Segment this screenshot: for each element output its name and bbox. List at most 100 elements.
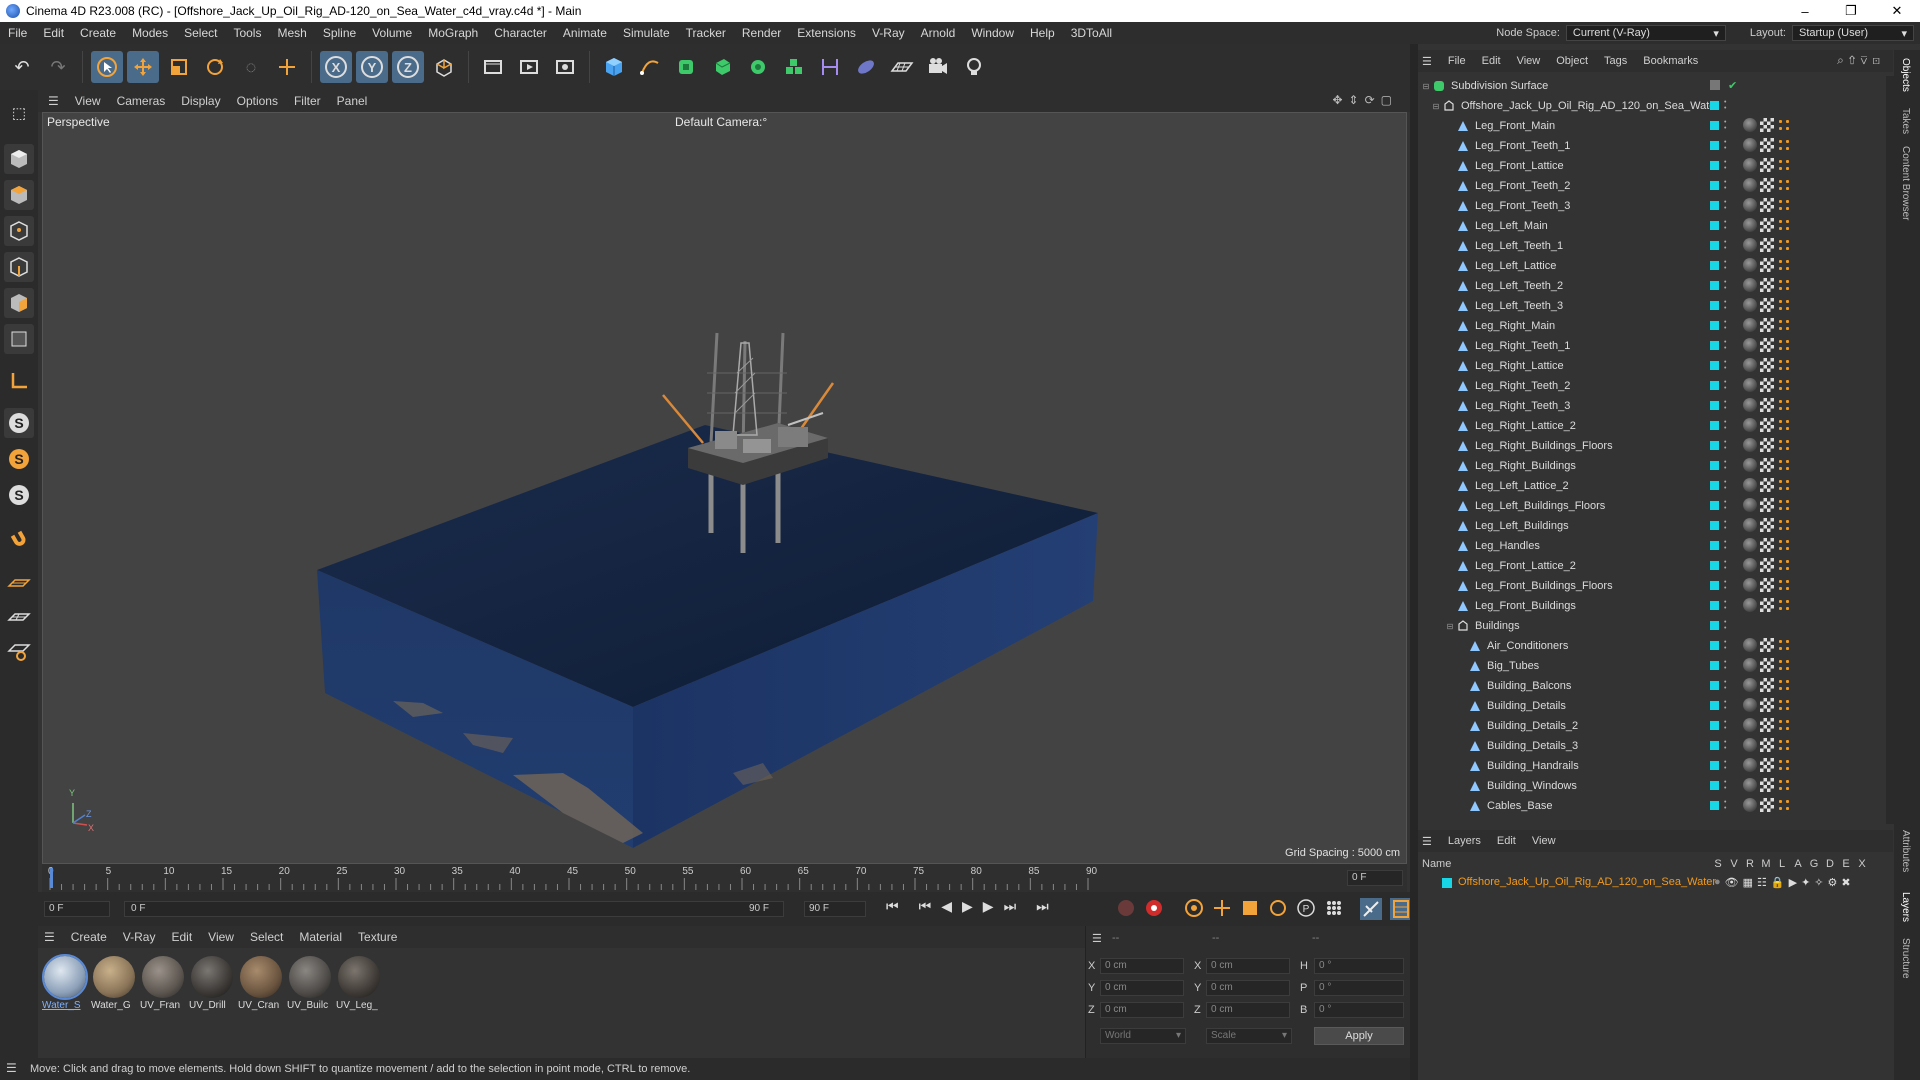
uvw-tag-icon[interactable] xyxy=(1777,378,1791,392)
expand-toggle-icon[interactable] xyxy=(1444,436,1456,456)
object-row[interactable]: ⊟ Subdivision Surface ✔ xyxy=(1418,76,1886,96)
visibility-dots-icon[interactable]: • • xyxy=(1724,479,1728,492)
object-row[interactable]: Building_Balcons • • xyxy=(1418,676,1886,696)
object-row[interactable]: Leg_Front_Main • • xyxy=(1418,116,1886,136)
visibility-dots-icon[interactable]: • • xyxy=(1724,639,1728,652)
hamburger-icon[interactable]: ☰ xyxy=(38,94,67,108)
uvw-tag-icon[interactable] xyxy=(1777,738,1791,752)
texture-tag-icon[interactable] xyxy=(1760,518,1774,532)
material-menu-select[interactable]: Select xyxy=(242,930,291,944)
material-tag-icon[interactable] xyxy=(1743,378,1757,392)
previous-frame-icon[interactable]: ◀ xyxy=(941,898,952,915)
object-row[interactable]: Leg_Front_Teeth_2 • • xyxy=(1418,176,1886,196)
visibility-dots-icon[interactable]: • • xyxy=(1724,399,1728,412)
object-row[interactable]: Leg_Right_Teeth_1 • • xyxy=(1418,336,1886,356)
material-tag-icon[interactable] xyxy=(1743,498,1757,512)
material-swatch[interactable]: UV_Fran xyxy=(140,954,186,1011)
object-row[interactable]: Leg_Right_Lattice_2 • • xyxy=(1418,416,1886,436)
layer-color-icon[interactable] xyxy=(1710,521,1719,530)
point-mode-icon[interactable] xyxy=(4,216,34,246)
viewport-menu-view[interactable]: View xyxy=(67,94,109,108)
visibility-dots-icon[interactable]: • • xyxy=(1724,199,1728,212)
layer-color-swatch[interactable] xyxy=(1442,878,1452,888)
perspective-viewport[interactable]: Y Z X Perspective Default Camera:° Grid … xyxy=(42,112,1407,864)
visibility-dots-icon[interactable]: • • xyxy=(1724,779,1728,792)
visibility-dots-icon[interactable]: • • xyxy=(1724,439,1728,452)
layer-color-icon[interactable] xyxy=(1710,801,1719,810)
layer-flag-header[interactable]: S xyxy=(1710,858,1726,870)
polygon-mode-icon[interactable] xyxy=(4,288,34,318)
texture-tag-icon[interactable] xyxy=(1760,638,1774,652)
material-tag-icon[interactable] xyxy=(1743,278,1757,292)
texture-tag-icon[interactable] xyxy=(1760,438,1774,452)
camera-icon[interactable] xyxy=(922,51,954,83)
material-tag-icon[interactable] xyxy=(1743,318,1757,332)
layer-color-icon[interactable] xyxy=(1710,681,1719,690)
expand-toggle-icon[interactable] xyxy=(1444,596,1456,616)
texture-tag-icon[interactable] xyxy=(1760,398,1774,412)
material-tag-icon[interactable] xyxy=(1743,338,1757,352)
key-move-icon[interactable] xyxy=(1212,898,1232,918)
layer-color-icon[interactable] xyxy=(1710,561,1719,570)
size-mode-dropdown[interactable]: Scale ▾ xyxy=(1206,1028,1292,1044)
object-row[interactable]: Air_Conditioners • • xyxy=(1418,636,1886,656)
enabled-check-icon[interactable]: ✔ xyxy=(1728,79,1737,92)
visibility-dots-icon[interactable]: • • xyxy=(1724,299,1728,312)
uvw-tag-icon[interactable] xyxy=(1777,778,1791,792)
menu-arnold[interactable]: Arnold xyxy=(913,26,964,40)
layer-lock-icon[interactable]: 🔒 xyxy=(1771,876,1785,889)
texture-tag-icon[interactable] xyxy=(1760,178,1774,192)
texture-tag-icon[interactable] xyxy=(1760,218,1774,232)
layer-solo-icon[interactable]: ● xyxy=(1714,876,1721,889)
material-tag-icon[interactable] xyxy=(1743,218,1757,232)
coordinate-system-dropdown[interactable]: World ▾ xyxy=(1100,1028,1186,1044)
object-row[interactable]: Leg_Left_Teeth_1 • • xyxy=(1418,236,1886,256)
texture-tag-icon[interactable] xyxy=(1760,118,1774,132)
uvw-tag-icon[interactable] xyxy=(1777,758,1791,772)
layer-color-icon[interactable] xyxy=(1710,121,1719,130)
visibility-dots-icon[interactable]: • • xyxy=(1724,419,1728,432)
texture-tag-icon[interactable] xyxy=(1760,478,1774,492)
material-tag-icon[interactable] xyxy=(1743,758,1757,772)
om-menu-file[interactable]: File xyxy=(1440,55,1474,67)
layer-row[interactable]: Offshore_Jack_Up_Oil_Rig_AD_120_on_Sea_W… xyxy=(1418,874,1893,892)
layer-flag-header[interactable]: A xyxy=(1790,858,1806,870)
material-tag-icon[interactable] xyxy=(1743,198,1757,212)
expand-toggle-icon[interactable] xyxy=(1444,576,1456,596)
visibility-dots-icon[interactable]: • • xyxy=(1724,619,1728,632)
select-icon[interactable] xyxy=(91,51,123,83)
material-menu-vray[interactable]: V-Ray xyxy=(115,930,164,944)
node-space-dropdown[interactable]: Current (V-Ray) ▾ xyxy=(1565,25,1726,41)
key-pla-icon[interactable] xyxy=(1324,898,1344,918)
model-mode-icon[interactable] xyxy=(4,144,34,174)
layer-color-icon[interactable] xyxy=(1710,421,1719,430)
uvw-tag-icon[interactable] xyxy=(1777,138,1791,152)
expand-toggle-icon[interactable] xyxy=(1444,216,1456,236)
tab-structure[interactable]: Structure xyxy=(1900,938,1911,979)
previous-key-icon[interactable]: ⏮ xyxy=(919,898,932,915)
extrude-icon[interactable] xyxy=(706,51,738,83)
make-editable-icon[interactable]: ⬚ xyxy=(4,98,34,128)
hamburger-icon[interactable]: ☰ xyxy=(1418,55,1440,68)
layer-render-icon[interactable]: ▦ xyxy=(1743,876,1753,889)
current-frame-field[interactable]: 0 F xyxy=(1347,870,1403,886)
layer-xref-icon[interactable]: ✖ xyxy=(1841,876,1850,889)
menu-mesh[interactable]: Mesh xyxy=(269,26,314,40)
layer-color-icon[interactable] xyxy=(1710,221,1719,230)
layer-color-icon[interactable] xyxy=(1710,261,1719,270)
position-x-field[interactable]: 0 cm xyxy=(1100,958,1184,974)
expand-toggle-icon[interactable] xyxy=(1444,556,1456,576)
visibility-dots-icon[interactable]: • • xyxy=(1724,799,1728,812)
layer-color-icon[interactable] xyxy=(1710,581,1719,590)
rotation-b-field[interactable]: 0 ° xyxy=(1314,1002,1404,1018)
om-menu-bookmarks[interactable]: Bookmarks xyxy=(1635,55,1706,67)
layer-color-icon[interactable] xyxy=(1710,381,1719,390)
deformer-icon[interactable] xyxy=(814,51,846,83)
y-axis-icon[interactable]: Y xyxy=(356,51,388,83)
z-axis-icon[interactable]: Z xyxy=(392,51,424,83)
expand-toggle-icon[interactable] xyxy=(1456,676,1468,696)
expand-toggle-icon[interactable]: ⊟ xyxy=(1444,616,1456,636)
expand-toggle-icon[interactable] xyxy=(1444,496,1456,516)
uvw-tag-icon[interactable] xyxy=(1777,798,1791,812)
texture-tag-icon[interactable] xyxy=(1760,358,1774,372)
